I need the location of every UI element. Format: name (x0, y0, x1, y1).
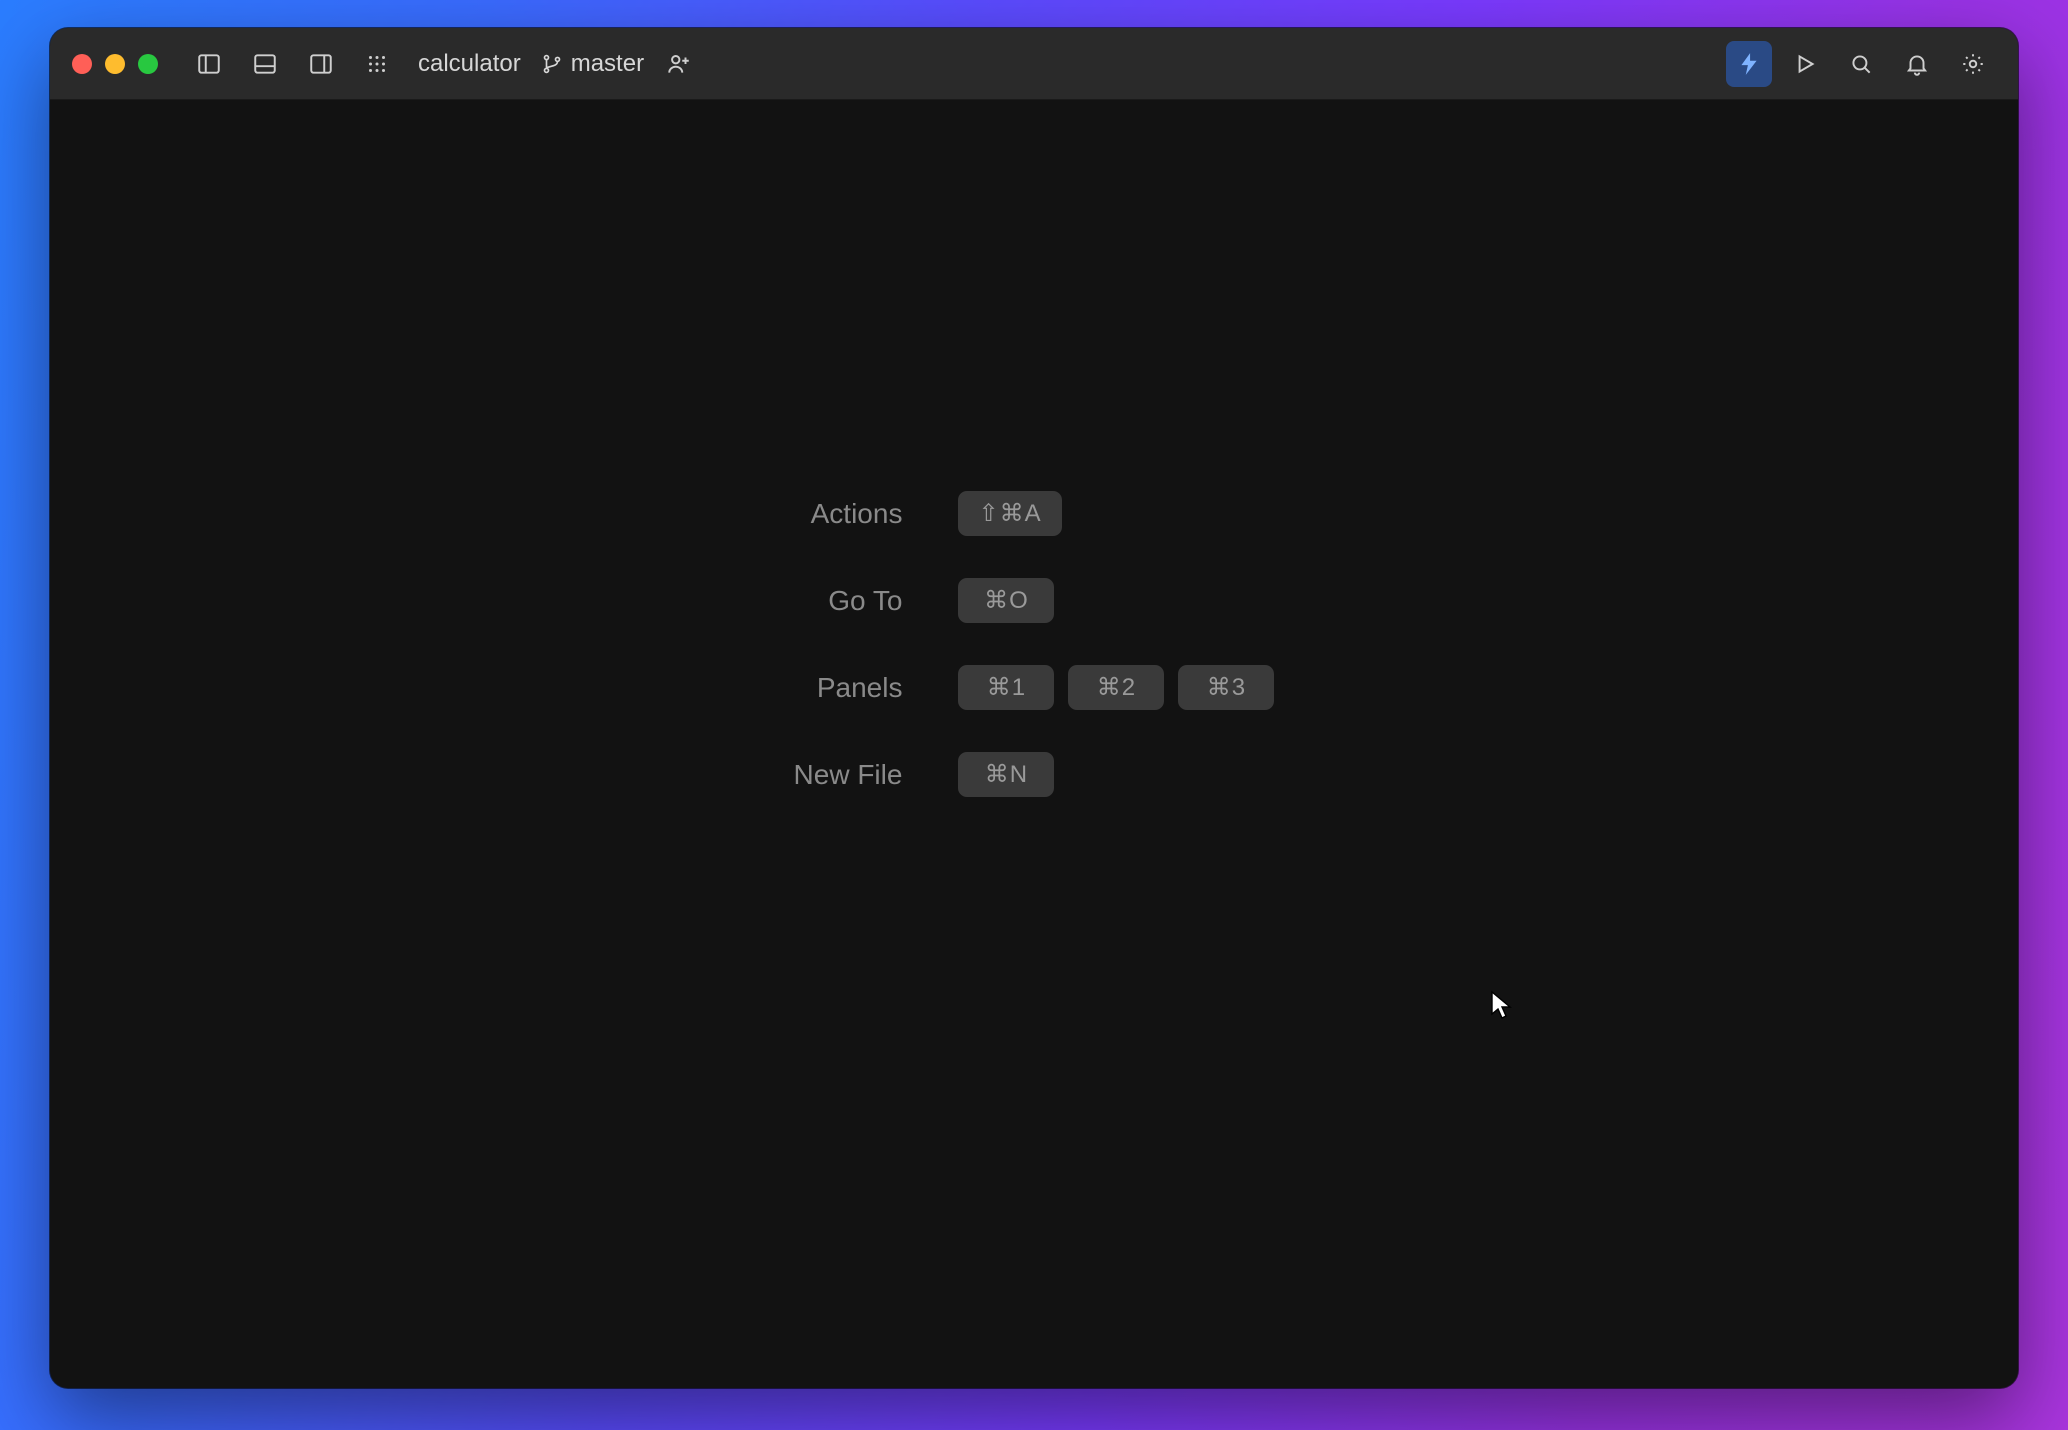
window-minimize-button[interactable] (105, 54, 125, 74)
shortcut-label-goto: Go To (794, 585, 903, 617)
title-bar: calculator master (50, 28, 2018, 100)
window-zoom-button[interactable] (138, 54, 158, 74)
search-button[interactable] (1838, 41, 1884, 87)
branch-selector[interactable]: master (541, 50, 644, 78)
key-newfile-0: ⌘N (958, 752, 1054, 797)
settings-button[interactable] (1950, 41, 1996, 87)
git-branch-icon (541, 53, 563, 75)
window-close-button[interactable] (72, 54, 92, 74)
bolt-icon (1736, 51, 1762, 77)
shortcut-label-panels: Panels (794, 672, 903, 704)
bottom-panel-toggle[interactable] (242, 41, 288, 87)
mouse-cursor (1490, 990, 1514, 1022)
notifications-button[interactable] (1894, 41, 1940, 87)
left-panel-toggle[interactable] (186, 41, 232, 87)
run-button[interactable] (1782, 41, 1828, 87)
key-panels-2: ⌘3 (1178, 665, 1274, 710)
play-icon (1792, 51, 1818, 77)
key-panels-1: ⌘2 (1068, 665, 1164, 710)
key-panels-0: ⌘1 (958, 665, 1054, 710)
project-name[interactable]: calculator (418, 50, 521, 78)
app-window: calculator master (50, 28, 2018, 1388)
sidebar-right-icon (308, 51, 334, 77)
panel-bottom-icon (252, 51, 278, 77)
editor-area: Actions ⇧⌘A Go To ⌘O Panels ⌘1 ⌘2 ⌘3 New… (50, 100, 2018, 1388)
gear-icon (1960, 51, 1986, 77)
grid-icon (364, 51, 390, 77)
apps-grid-button[interactable] (354, 41, 400, 87)
shortcut-label-newfile: New File (794, 759, 903, 791)
shortcut-keys-goto: ⌘O (958, 578, 1274, 623)
shortcut-keys-panels: ⌘1 ⌘2 ⌘3 (958, 665, 1274, 710)
shortcut-keys-actions: ⇧⌘A (958, 491, 1274, 536)
add-collaborator-button[interactable] (656, 41, 702, 87)
shortcut-label-actions: Actions (794, 498, 903, 530)
shortcut-keys-newfile: ⌘N (958, 752, 1274, 797)
shortcut-guide: Actions ⇧⌘A Go To ⌘O Panels ⌘1 ⌘2 ⌘3 New… (794, 491, 1275, 797)
branch-name: master (571, 50, 644, 78)
bell-icon (1904, 51, 1930, 77)
search-icon (1848, 51, 1874, 77)
key-actions-0: ⇧⌘A (958, 491, 1061, 536)
right-tool-group (1726, 41, 1996, 87)
sidebar-left-icon (196, 51, 222, 77)
user-plus-icon (666, 51, 692, 77)
panel-toggle-group (186, 41, 400, 87)
key-goto-0: ⌘O (958, 578, 1054, 623)
window-controls (72, 54, 158, 74)
right-panel-toggle[interactable] (298, 41, 344, 87)
cursor-icon (1490, 990, 1514, 1022)
ai-assist-button[interactable] (1726, 41, 1772, 87)
